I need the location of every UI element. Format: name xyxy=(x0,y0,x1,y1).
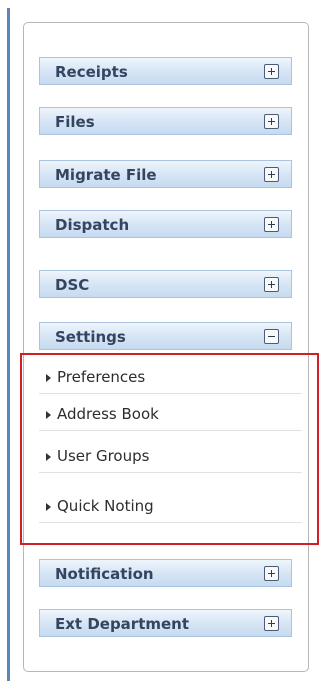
collapse-minus-icon[interactable] xyxy=(264,329,279,344)
section-migrate-file[interactable]: Migrate File xyxy=(39,160,292,188)
expand-plus-icon[interactable] xyxy=(264,616,279,631)
section-label: Dispatch xyxy=(55,216,130,234)
section-receipts[interactable]: Receipts xyxy=(39,57,292,85)
section-label: Notification xyxy=(55,565,154,583)
section-dispatch[interactable]: Dispatch xyxy=(39,210,292,238)
expand-plus-icon[interactable] xyxy=(264,64,279,79)
section-files[interactable]: Files xyxy=(39,107,292,135)
expand-plus-icon[interactable] xyxy=(264,566,279,581)
section-settings[interactable]: Settings xyxy=(39,322,292,350)
expand-plus-icon[interactable] xyxy=(264,217,279,232)
section-label: Settings xyxy=(55,328,126,346)
section-label: Files xyxy=(55,113,95,131)
section-label: DSC xyxy=(55,276,90,294)
section-label: Receipts xyxy=(55,63,128,81)
frame-left-border xyxy=(7,8,10,681)
expand-plus-icon[interactable] xyxy=(264,167,279,182)
section-label: Migrate File xyxy=(55,166,157,184)
expand-plus-icon[interactable] xyxy=(264,114,279,129)
expand-plus-icon[interactable] xyxy=(264,277,279,292)
section-label: Ext Department xyxy=(55,615,190,633)
highlight-box xyxy=(20,353,319,545)
section-notification[interactable]: Notification xyxy=(39,559,292,587)
section-dsc[interactable]: DSC xyxy=(39,270,292,298)
section-ext-department[interactable]: Ext Department xyxy=(39,609,292,637)
